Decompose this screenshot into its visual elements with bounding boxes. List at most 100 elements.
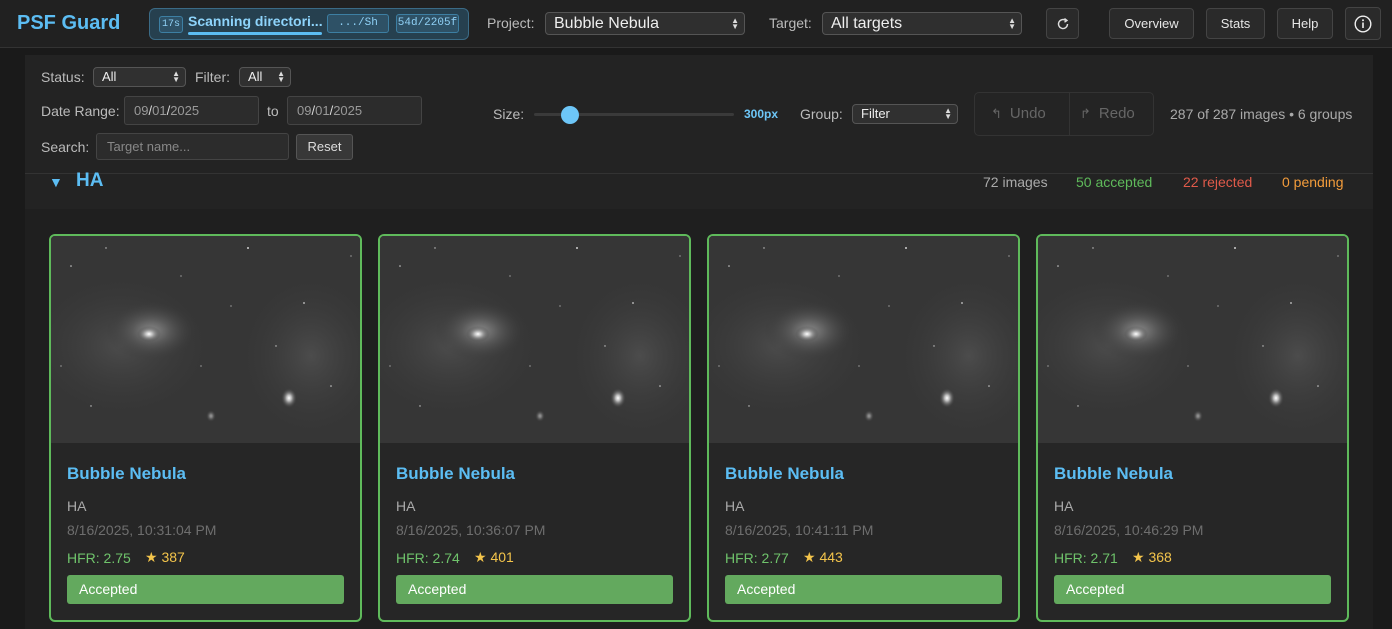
card-status-badge: Accepted <box>1054 575 1331 604</box>
info-button[interactable] <box>1345 7 1381 40</box>
filter-select-value: All <box>248 69 263 84</box>
image-card[interactable]: Bubble Nebula HA 8/16/2025, 10:41:11 PM … <box>707 234 1020 622</box>
scan-progress-bar <box>188 32 322 35</box>
status-select[interactable]: All ▲ ▼ <box>93 67 186 87</box>
date-from-year: 2025 <box>170 103 200 118</box>
target-select-value: All targets <box>831 15 903 32</box>
undo-redo-group: ↰ Undo ↱ Redo <box>974 92 1154 136</box>
group-image-count: 72 images <box>983 174 1048 190</box>
card-hfr: HFR: 2.71 <box>1054 550 1118 566</box>
card-timestamp: 8/16/2025, 10:41:11 PM <box>725 522 874 538</box>
redo-button[interactable]: ↱ Redo <box>1080 93 1135 135</box>
overview-button[interactable]: Overview <box>1109 8 1194 39</box>
undo-button[interactable]: ↰ Undo <box>991 93 1046 135</box>
target-label: Target: <box>769 15 812 31</box>
card-filter: HA <box>396 498 416 514</box>
card-timestamp: 8/16/2025, 10:36:07 PM <box>396 522 546 538</box>
card-status-badge: Accepted <box>725 575 1002 604</box>
search-input[interactable]: Target name... <box>96 133 289 160</box>
image-card[interactable]: Bubble Nebula HA 8/16/2025, 10:46:29 PM … <box>1036 234 1349 622</box>
card-star-count: ★ 443 <box>803 549 843 566</box>
filter-controls: Status: All ▲ ▼ Filter: All ▲ ▼ Date Range… <box>25 55 1373 173</box>
nebula-thumbnail-image <box>709 236 1018 443</box>
card-target-name: Bubble Nebula <box>396 464 516 483</box>
star-icon: ★ <box>145 549 158 565</box>
group-rejected-count: 22 rejected <box>1183 174 1253 190</box>
size-value: 300px <box>744 107 779 121</box>
card-target-name: Bubble Nebula <box>725 464 845 483</box>
card-target-name: Bubble Nebula <box>1054 464 1174 483</box>
card-hfr: HFR: 2.77 <box>725 550 789 566</box>
select-arrows-icon: ▲ ▼ <box>172 69 180 84</box>
collapse-caret-icon[interactable]: ▼ <box>49 174 63 190</box>
card-thumbnail[interactable] <box>709 236 1018 443</box>
nebula-thumbnail-image <box>1038 236 1347 443</box>
info-icon <box>1354 15 1372 33</box>
status-select-value: All <box>102 69 117 84</box>
scan-path-badge: .../Sh <box>327 14 389 33</box>
nebula-thumbnail-image <box>51 236 360 443</box>
date-from-month: 09 <box>134 103 149 118</box>
card-star-value: 368 <box>1148 549 1172 565</box>
card-thumbnail[interactable] <box>380 236 689 443</box>
scan-elapsed-badge: 17s <box>159 16 183 33</box>
scan-progress: 17s Scanning directori... .../Sh 54d/220… <box>149 8 469 40</box>
undo-redo-divider <box>1069 93 1070 135</box>
filter-select[interactable]: All ▲ ▼ <box>239 67 291 87</box>
card-star-count: ★ 387 <box>145 549 185 566</box>
card-thumbnail[interactable] <box>1038 236 1347 443</box>
filter-label: Filter: <box>195 69 230 85</box>
nebula-thumbnail-image <box>380 236 689 443</box>
star-icon: ★ <box>1132 549 1145 565</box>
group-pending-count: 0 pending <box>1282 174 1344 190</box>
card-star-count: ★ 368 <box>1132 549 1172 566</box>
refresh-button[interactable] <box>1046 8 1079 39</box>
date-range-label: Date Range: <box>41 103 120 119</box>
card-status-badge: Accepted <box>396 575 673 604</box>
group-header-ha[interactable]: ▼ HA 72 images 50 accepted 22 rejected 0… <box>25 170 1373 209</box>
date-to-label: to <box>267 103 279 119</box>
card-star-value: 387 <box>161 549 185 565</box>
card-hfr: HFR: 2.75 <box>67 550 131 566</box>
refresh-icon <box>1057 17 1068 30</box>
select-arrows-icon: ▲ ▼ <box>731 15 739 31</box>
date-from-input[interactable]: 09/01/2025 <box>124 96 259 125</box>
app-title: PSF Guard <box>17 12 121 34</box>
group-select[interactable]: Filter ▲ ▼ <box>852 104 958 124</box>
stats-button[interactable]: Stats <box>1206 8 1265 39</box>
undo-label: Undo <box>1009 105 1046 122</box>
redo-icon: ↱ <box>1080 106 1091 121</box>
size-slider-thumb[interactable] <box>561 106 579 124</box>
card-status-badge: Accepted <box>67 575 344 604</box>
redo-label: Redo <box>1098 105 1135 122</box>
date-to-month: 09 <box>297 103 312 118</box>
image-card[interactable]: Bubble Nebula HA 8/16/2025, 10:36:07 PM … <box>378 234 691 622</box>
card-star-value: 401 <box>490 549 514 565</box>
size-label: Size: <box>493 106 525 122</box>
date-from-day: 01 <box>152 103 167 118</box>
card-filter: HA <box>725 498 745 514</box>
image-card[interactable]: Bubble Nebula HA 8/16/2025, 10:31:04 PM … <box>49 234 362 622</box>
group-select-value: Filter <box>861 106 890 121</box>
select-arrows-icon: ▲ ▼ <box>944 106 952 121</box>
card-timestamp: 8/16/2025, 10:46:29 PM <box>1054 522 1204 538</box>
project-label: Project: <box>487 15 535 31</box>
top-bar: PSF Guard 17s Scanning directori... .../… <box>0 0 1392 48</box>
card-target-name: Bubble Nebula <box>67 464 187 483</box>
undo-icon: ↰ <box>991 106 1002 121</box>
project-select-value: Bubble Nebula <box>554 15 659 32</box>
project-select[interactable]: Bubble Nebula ▲ ▼ <box>545 12 745 35</box>
date-to-input[interactable]: 09/01/2025 <box>287 96 422 125</box>
star-icon: ★ <box>474 549 487 565</box>
reset-button[interactable]: Reset <box>296 134 353 160</box>
card-timestamp: 8/16/2025, 10:31:04 PM <box>67 522 217 538</box>
help-button[interactable]: Help <box>1277 8 1333 39</box>
card-hfr: HFR: 2.74 <box>396 550 460 566</box>
card-thumbnail[interactable] <box>51 236 360 443</box>
date-to-year: 2025 <box>333 103 363 118</box>
image-summary: 287 of 287 images • 6 groups <box>1170 106 1353 122</box>
scan-count-badge: 54d/2205f <box>396 14 459 33</box>
card-star-value: 443 <box>819 549 843 565</box>
group-name: HA <box>76 170 104 191</box>
target-select[interactable]: All targets ▲ ▼ <box>822 12 1022 35</box>
